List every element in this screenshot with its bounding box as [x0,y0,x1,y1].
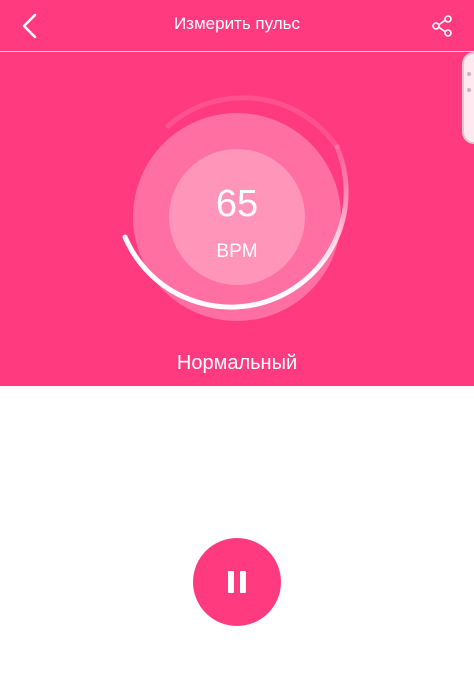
bpm-unit-label: BPM [216,241,258,262]
handle-dot [467,72,471,76]
page-title: Измерить пульс [173,14,301,33]
bpm-value: 65 [215,183,259,225]
chevron-left-icon [22,13,37,39]
back-button[interactable] [10,6,50,46]
pulse-status: Нормальный [176,352,298,374]
handle-dot [467,88,471,92]
measurement-panel: 65 BPM Нормальный [0,52,474,386]
share-button[interactable] [424,8,460,44]
pause-button[interactable] [193,538,281,626]
side-drawer-handle[interactable] [462,52,474,144]
pause-icon [228,571,246,593]
app-header: Измерить пульс [0,0,474,52]
share-icon [432,15,452,37]
